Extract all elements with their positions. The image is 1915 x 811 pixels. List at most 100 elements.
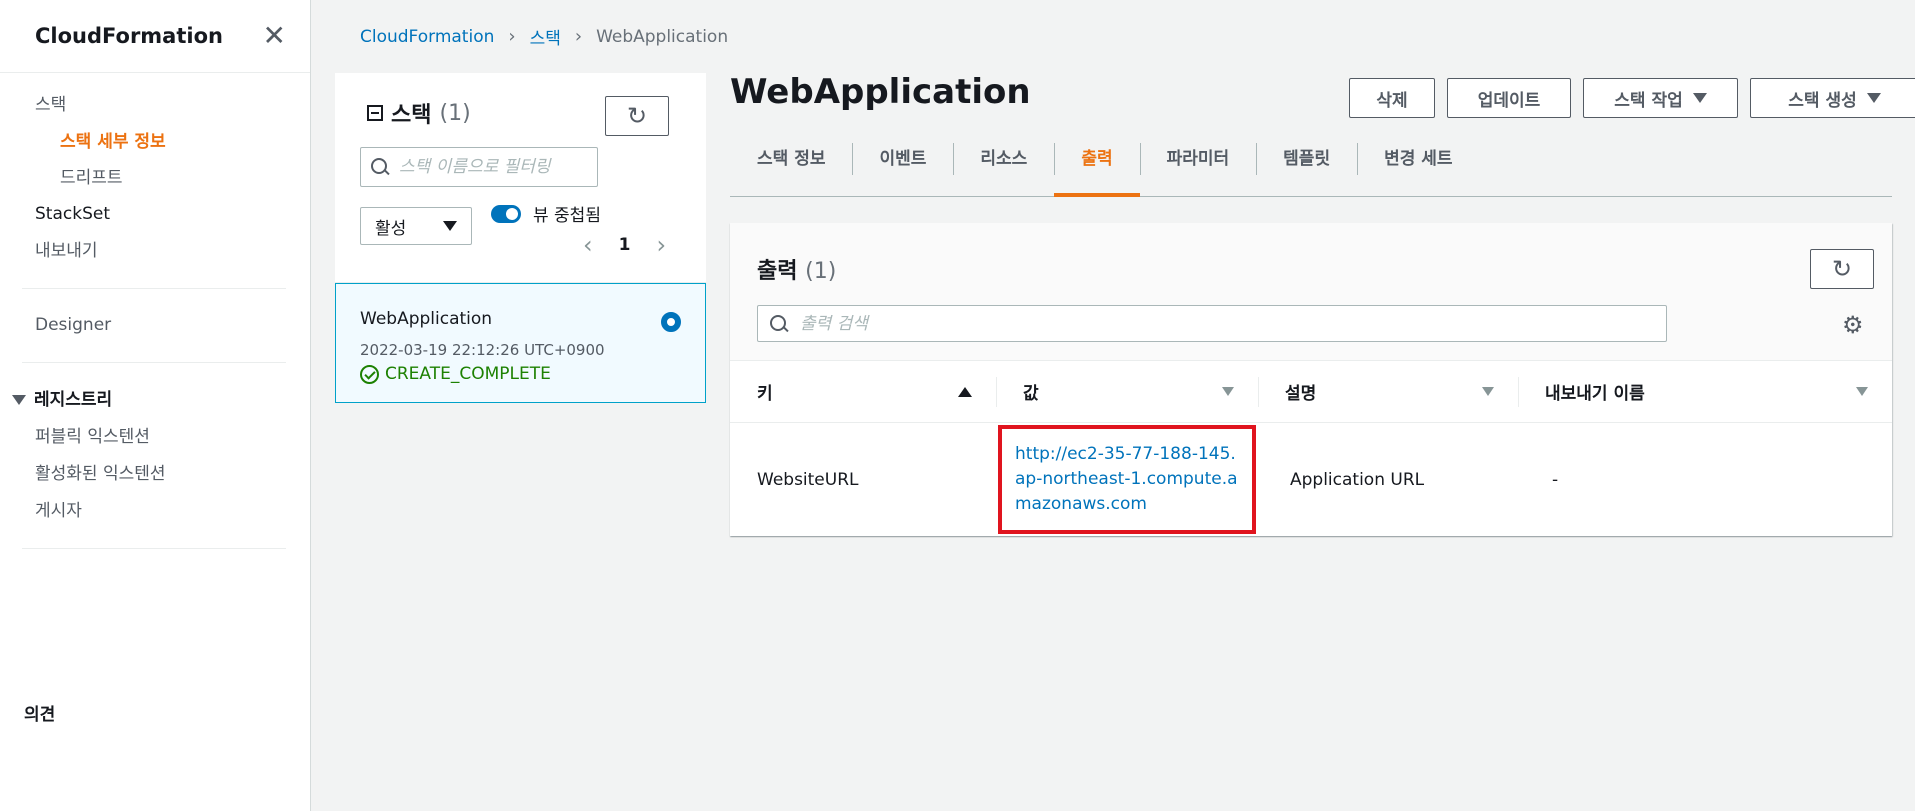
search-icon <box>770 314 788 333</box>
check-circle-icon <box>360 364 379 384</box>
gear-icon[interactable]: ⚙ <box>1842 311 1864 339</box>
outputs-refresh-button[interactable]: ↻ <box>1810 249 1874 289</box>
stack-list-panel: 스택 (1) ↻ 활성 뷰 중첩됨 ‹ 1 › <box>335 73 706 283</box>
stack-actions-button[interactable]: 스택 작업 <box>1583 78 1738 118</box>
search-icon <box>371 158 389 176</box>
sidebar-nav: 스택 스택 세부 정보 드리프트 StackSet 내보내기 Designer … <box>0 73 310 549</box>
tab-outputs[interactable]: 출력 <box>1054 135 1140 197</box>
page-title: WebApplication <box>730 72 1031 112</box>
breadcrumb: CloudFormation › 스택 › WebApplication <box>360 24 728 49</box>
sort-icon <box>1222 387 1234 396</box>
page-number[interactable]: 1 <box>619 235 631 255</box>
feedback-link[interactable]: 의견 <box>24 700 55 725</box>
sidebar-item-drift[interactable]: 드리프트 <box>0 160 310 196</box>
caret-down-icon <box>1692 93 1707 103</box>
sidebar-section-label: 레지스트리 <box>34 390 113 410</box>
update-button[interactable]: 업데이트 <box>1447 78 1571 118</box>
stack-filter-box[interactable] <box>360 147 598 187</box>
sidebar-item-designer[interactable]: Designer <box>0 307 310 344</box>
stack-select-radio[interactable] <box>661 312 681 332</box>
sort-icon <box>1482 387 1494 396</box>
collapse-icon[interactable] <box>367 105 383 121</box>
output-key: WebsiteURL <box>757 469 859 490</box>
column-header-description[interactable]: 설명 <box>1258 361 1518 422</box>
create-stack-button[interactable]: 스택 생성 <box>1750 78 1915 118</box>
chevron-right-icon: › <box>508 26 516 47</box>
stack-tabs: 스택 정보 이벤트 리소스 출력 파라미터 템플릿 변경 세트 <box>730 135 1892 197</box>
breadcrumb-stacks[interactable]: 스택 <box>530 24 561 49</box>
stack-status-select[interactable]: 활성 <box>360 207 472 245</box>
table-row: WebsiteURL http://ec2-35-77-188-145.ap-n… <box>730 423 1892 536</box>
sort-icon <box>1856 387 1868 396</box>
column-header-key[interactable]: 키 <box>730 361 996 422</box>
sidebar-item-activated-extensions[interactable]: 활성화된 익스텐션 <box>0 456 310 493</box>
stack-created-time: 2022-03-19 22:12:26 UTC+0900 <box>360 341 605 359</box>
sidebar-divider <box>22 362 286 363</box>
output-description: Application URL <box>1290 469 1425 490</box>
refresh-icon: ↻ <box>1831 255 1853 283</box>
stack-actions-label: 스택 작업 <box>1614 90 1683 111</box>
tab-resources[interactable]: 리소스 <box>953 135 1054 196</box>
outputs-title: 출력 (1) <box>757 253 836 285</box>
column-header-label: 값 <box>1023 384 1039 404</box>
output-export-name: - <box>1552 469 1559 490</box>
sidebar-title: CloudFormation <box>35 24 223 48</box>
output-value-cell: http://ec2-35-77-188-145.ap-northeast-1.… <box>996 423 1258 536</box>
stack-panel-title: 스택 (1) <box>367 97 471 129</box>
pagination: ‹ 1 › <box>583 231 666 259</box>
tab-parameters[interactable]: 파라미터 <box>1139 135 1257 196</box>
sidebar: CloudFormation ✕ 스택 스택 세부 정보 드리프트 StackS… <box>0 0 311 811</box>
stack-status-value: 활성 <box>375 218 407 239</box>
nested-view-toggle-group: 뷰 중첩됨 <box>491 201 601 226</box>
sort-ascending-icon <box>958 386 972 397</box>
outputs-search-input[interactable] <box>800 313 1666 334</box>
breadcrumb-cloudformation[interactable]: CloudFormation <box>360 27 494 47</box>
outputs-title-text: 출력 <box>757 259 798 284</box>
nested-view-toggle[interactable] <box>491 204 521 223</box>
sidebar-header: CloudFormation ✕ <box>0 0 310 73</box>
sidebar-item-public-extensions[interactable]: 퍼블릭 익스텐션 <box>0 419 310 456</box>
cloudformation-console: CloudFormation ✕ 스택 스택 세부 정보 드리프트 StackS… <box>0 0 1915 811</box>
stack-status-text: CREATE_COMPLETE <box>385 364 551 384</box>
update-button-label: 업데이트 <box>1477 90 1541 111</box>
stack-refresh-button[interactable]: ↻ <box>605 96 669 136</box>
caret-down-icon <box>443 221 457 231</box>
sidebar-item-exports[interactable]: 내보내기 <box>0 233 310 270</box>
delete-button[interactable]: 삭제 <box>1349 78 1435 118</box>
stack-actions: 삭제 업데이트 스택 작업 스택 생성 <box>1349 78 1915 118</box>
sidebar-item-stacks[interactable]: 스택 <box>0 87 310 124</box>
sidebar-item-stack-details[interactable]: 스택 세부 정보 <box>0 124 310 160</box>
outputs-table-header: 키 값 설명 내보내기 이름 <box>730 361 1892 423</box>
column-header-label: 설명 <box>1285 384 1317 404</box>
caret-down-icon <box>12 395 26 405</box>
stack-name: WebApplication <box>360 309 493 329</box>
stack-list-item[interactable]: WebApplication 2022-03-19 22:12:26 UTC+0… <box>335 283 706 403</box>
tab-events[interactable]: 이벤트 <box>852 135 953 196</box>
close-icon[interactable]: ✕ <box>263 22 286 50</box>
outputs-panel: 출력 (1) ↻ ⚙ 키 값 설명 <box>730 223 1892 536</box>
refresh-icon: ↻ <box>626 102 648 130</box>
column-header-export-name[interactable]: 내보내기 이름 <box>1518 361 1892 422</box>
outputs-search-box[interactable] <box>757 305 1667 342</box>
caret-down-icon <box>1866 93 1881 103</box>
column-header-label: 내보내기 이름 <box>1545 384 1645 404</box>
chevron-left-icon[interactable]: ‹ <box>583 231 593 259</box>
chevron-right-icon[interactable]: › <box>656 231 666 259</box>
create-stack-label: 스택 생성 <box>1788 90 1857 111</box>
tab-template[interactable]: 템플릿 <box>1256 135 1357 196</box>
outputs-header: 출력 (1) ↻ ⚙ <box>730 223 1892 361</box>
column-header-label: 키 <box>757 384 773 404</box>
nested-view-label: 뷰 중첩됨 <box>533 206 601 226</box>
tab-change-sets[interactable]: 변경 세트 <box>1357 135 1479 196</box>
breadcrumb-current: WebApplication <box>596 26 729 47</box>
stack-count: (1) <box>439 100 471 126</box>
tab-stack-info[interactable]: 스택 정보 <box>730 135 852 196</box>
sidebar-section-registry[interactable]: 레지스트리 <box>0 381 310 419</box>
sidebar-item-stackset[interactable]: StackSet <box>0 196 310 233</box>
chevron-right-icon: › <box>574 26 583 47</box>
delete-button-label: 삭제 <box>1376 90 1408 111</box>
column-header-value[interactable]: 값 <box>996 361 1258 422</box>
stack-filter-input[interactable] <box>399 157 597 177</box>
sidebar-item-publisher[interactable]: 게시자 <box>0 493 310 530</box>
website-url-link[interactable]: http://ec2-35-77-188-145.ap-northeast-1.… <box>1015 442 1239 517</box>
